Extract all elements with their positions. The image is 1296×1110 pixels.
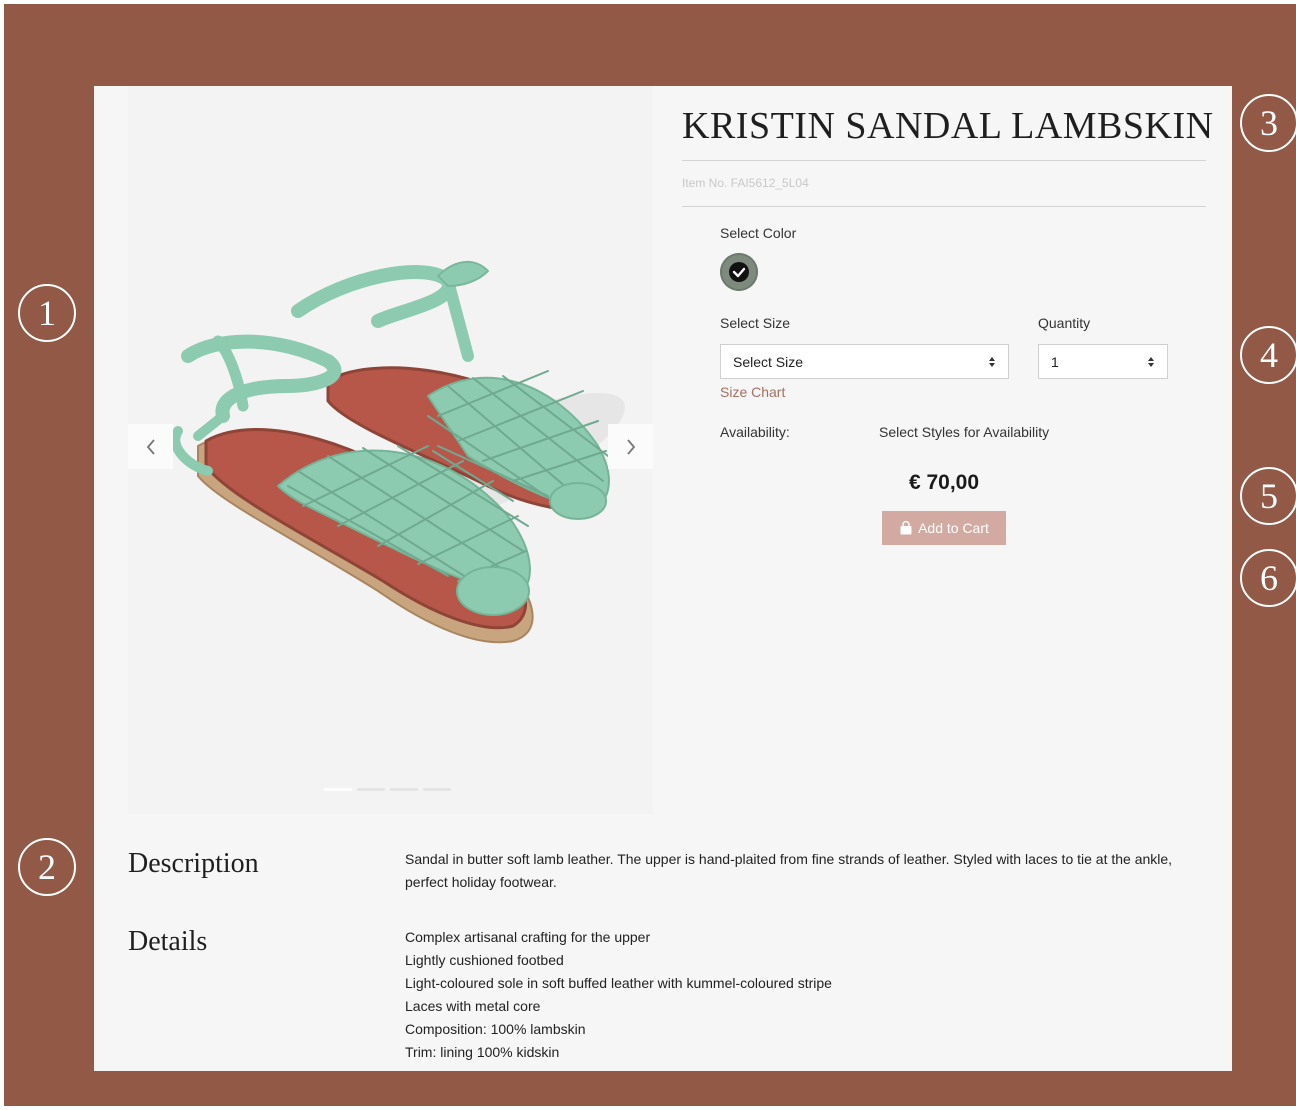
item-number: Item No. FAI5612_5L04	[682, 176, 809, 190]
quantity-label: Quantity	[1038, 315, 1091, 331]
callout-5: 5	[1240, 467, 1296, 525]
product-image	[170, 261, 625, 644]
callout-3: 3	[1240, 94, 1296, 152]
gallery-dot[interactable]	[390, 788, 418, 791]
product-price: € 70,00	[908, 471, 980, 494]
callout-2: 2	[18, 838, 76, 896]
quantity-select[interactable]: 1	[1038, 344, 1168, 379]
gallery-dot[interactable]	[324, 788, 352, 791]
details-list: Complex artisanal crafting for the upper…	[405, 926, 832, 1064]
gallery-next-button[interactable]	[608, 424, 653, 469]
callout-6: 6	[1240, 549, 1296, 607]
details-item: Laces with metal core	[405, 998, 541, 1014]
gallery-dot[interactable]	[357, 788, 385, 791]
product-title: KRISTIN SANDAL LAMBSKIN	[682, 105, 1214, 147]
details-heading: Details	[128, 926, 208, 957]
callout-4: 4	[1240, 326, 1296, 384]
details-item: Light-coloured sole in soft buffed leath…	[405, 975, 832, 991]
add-to-cart-button[interactable]: Add to Cart	[882, 511, 1006, 545]
gallery-prev-button[interactable]	[128, 424, 173, 469]
quantity-select-value: 1	[1051, 353, 1059, 370]
product-image-gallery	[128, 86, 653, 814]
description-text: Sandal in butter soft lamb leather. The …	[405, 851, 1173, 890]
sort-arrows-icon	[989, 356, 995, 367]
availability-value: Select Styles for Availability	[879, 424, 1050, 440]
details-item: Composition: 100% lambskin	[405, 1021, 586, 1037]
chevron-right-icon	[626, 438, 635, 455]
details-item: Complex artisanal crafting for the upper	[405, 929, 651, 945]
details-item: Trim: lining 100% kidskin	[405, 1044, 560, 1060]
description-heading: Description	[128, 848, 259, 879]
gallery-pagination	[324, 788, 451, 791]
annotation-frame: KRISTIN SANDAL LAMBSKIN Item No. FAI5612…	[4, 4, 1296, 1106]
sort-arrows-icon	[1148, 356, 1154, 367]
size-select[interactable]: Select Size	[720, 344, 1009, 379]
color-swatch-selected[interactable]	[720, 253, 758, 291]
shopping-bag-icon	[900, 521, 912, 535]
check-circle-icon	[729, 262, 749, 282]
details-item: Lightly cushioned footbed	[405, 952, 564, 968]
size-chart-link[interactable]: Size Chart	[720, 384, 785, 400]
item-number-divider	[682, 206, 1206, 207]
select-color-label: Select Color	[720, 225, 797, 241]
chevron-left-icon	[146, 438, 155, 455]
availability-label: Availability:	[720, 424, 790, 440]
size-select-value: Select Size	[733, 353, 804, 370]
select-size-label: Select Size	[720, 315, 791, 331]
title-divider	[682, 160, 1206, 161]
gallery-dot[interactable]	[423, 788, 451, 791]
callout-1: 1	[18, 284, 76, 342]
add-to-cart-label: Add to Cart	[918, 520, 989, 536]
product-card: KRISTIN SANDAL LAMBSKIN Item No. FAI5612…	[94, 86, 1232, 1071]
